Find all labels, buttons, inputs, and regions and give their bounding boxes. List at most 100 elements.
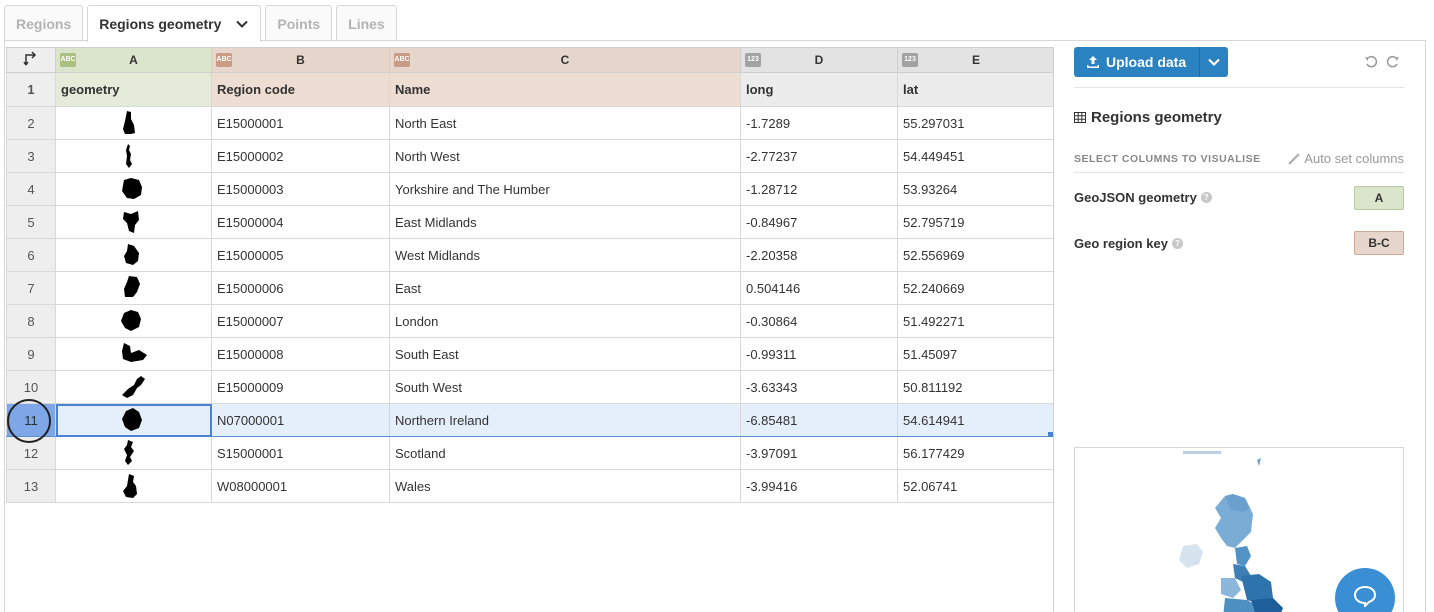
undo-icon[interactable]: [1364, 55, 1378, 69]
column-header-e[interactable]: 123 E: [897, 47, 1053, 73]
name-cell[interactable]: Yorkshire and The Humber: [389, 172, 741, 206]
region-code-cell[interactable]: E15000002: [211, 139, 390, 173]
geometry-cell[interactable]: [55, 403, 212, 437]
tab-regions-geometry[interactable]: Regions geometry: [87, 5, 262, 42]
name-cell[interactable]: South West: [389, 370, 741, 404]
long-cell[interactable]: -1.7289: [740, 106, 898, 140]
region-code-cell[interactable]: E15000006: [211, 271, 390, 305]
row-number[interactable]: 8: [6, 304, 56, 338]
lat-cell[interactable]: 52.06741: [897, 469, 1053, 503]
auto-set-columns-button[interactable]: Auto set columns: [1288, 151, 1404, 166]
row-number[interactable]: 10: [6, 370, 56, 404]
row-number[interactable]: 2: [6, 106, 56, 140]
geometry-cell[interactable]: [55, 172, 212, 206]
header-cell[interactable]: Name: [389, 72, 741, 107]
redo-icon[interactable]: [1386, 55, 1400, 69]
table-row[interactable]: 12 S15000001 Scotland -3.97091 56.177429: [6, 436, 1053, 470]
selection-fill-handle[interactable]: [1048, 432, 1053, 437]
table-row[interactable]: 9 E15000008 South East -0.99311 51.45097: [6, 337, 1053, 371]
table-row[interactable]: 4 E15000003 Yorkshire and The Humber -1.287…: [6, 172, 1053, 206]
name-cell[interactable]: South East: [389, 337, 741, 371]
long-cell[interactable]: 0.504146: [740, 271, 898, 305]
long-cell[interactable]: -2.77237: [740, 139, 898, 173]
name-cell[interactable]: Wales: [389, 469, 741, 503]
lat-cell[interactable]: 53.93264: [897, 172, 1053, 206]
name-cell[interactable]: West Midlands: [389, 238, 741, 272]
tab-lines[interactable]: Lines: [336, 5, 397, 41]
row-number[interactable]: 13: [6, 469, 56, 503]
column-header-d[interactable]: 123 D: [740, 47, 898, 73]
geometry-cell[interactable]: [55, 139, 212, 173]
header-cell[interactable]: Region code: [211, 72, 390, 107]
column-header-b[interactable]: ABC B: [211, 47, 390, 73]
table-row[interactable]: 5 E15000004 East Midlands -0.84967 52.795719: [6, 205, 1053, 239]
region-code-cell[interactable]: E15000009: [211, 370, 390, 404]
row-number[interactable]: 11: [6, 403, 56, 437]
lat-cell[interactable]: 52.556969: [897, 238, 1053, 272]
row-number[interactable]: 6: [6, 238, 56, 272]
lat-cell[interactable]: 50.811192: [897, 370, 1053, 404]
name-cell[interactable]: London: [389, 304, 741, 338]
column-header-a[interactable]: ABC A: [55, 47, 212, 73]
long-cell[interactable]: -3.97091: [740, 436, 898, 470]
lat-cell[interactable]: 56.177429: [897, 436, 1053, 470]
row-number[interactable]: 7: [6, 271, 56, 305]
upload-dropdown-button[interactable]: [1199, 47, 1229, 77]
region-code-cell[interactable]: N07000001: [211, 403, 390, 437]
lat-cell[interactable]: 55.297031: [897, 106, 1053, 140]
table-row[interactable]: 3 E15000002 North West -2.77237 54.449451: [6, 139, 1053, 173]
transpose-button[interactable]: [6, 47, 56, 73]
geometry-cell[interactable]: [55, 106, 212, 140]
geometry-cell[interactable]: [55, 304, 212, 338]
upload-data-button[interactable]: Upload data: [1074, 47, 1200, 77]
geometry-cell[interactable]: [55, 238, 212, 272]
name-cell[interactable]: North East: [389, 106, 741, 140]
table-row[interactable]: 7 E15000006 East 0.504146 52.240669: [6, 271, 1053, 305]
geometry-cell[interactable]: [55, 436, 212, 470]
lat-cell[interactable]: 52.240669: [897, 271, 1053, 305]
lat-cell[interactable]: 54.614941: [897, 403, 1053, 437]
long-cell[interactable]: -0.30864: [740, 304, 898, 338]
chevron-down-icon[interactable]: [235, 17, 249, 31]
row-number[interactable]: 1: [6, 72, 56, 107]
table-row[interactable]: 8 E15000007 London -0.30864 51.492271: [6, 304, 1053, 338]
table-row[interactable]: 11 N07000001 Northern Ireland -6.85481 54.61…: [6, 403, 1053, 437]
region-code-cell[interactable]: S15000001: [211, 436, 390, 470]
region-code-cell[interactable]: E15000005: [211, 238, 390, 272]
name-cell[interactable]: Northern Ireland: [389, 403, 741, 437]
geometry-cell[interactable]: [55, 205, 212, 239]
long-cell[interactable]: -1.28712: [740, 172, 898, 206]
header-cell[interactable]: geometry: [55, 72, 212, 107]
name-cell[interactable]: North West: [389, 139, 741, 173]
lat-cell[interactable]: 51.45097: [897, 337, 1053, 371]
table-row[interactable]: 13 W08000001 Wales -3.99416 52.06741: [6, 469, 1053, 503]
long-cell[interactable]: -0.84967: [740, 205, 898, 239]
help-icon[interactable]: ?: [1171, 238, 1183, 249]
column-header-c[interactable]: ABC C: [389, 47, 741, 73]
row-number[interactable]: 12: [6, 436, 56, 470]
region-code-cell[interactable]: W08000001: [211, 469, 390, 503]
geo-region-key-column-chip[interactable]: B-C: [1354, 231, 1404, 255]
long-cell[interactable]: -3.63343: [740, 370, 898, 404]
header-cell[interactable]: long: [740, 72, 898, 107]
name-cell[interactable]: East: [389, 271, 741, 305]
lat-cell[interactable]: 54.449451: [897, 139, 1053, 173]
geometry-cell[interactable]: [55, 469, 212, 503]
table-row[interactable]: 10 E15000009 South West -3.63343 50.811192: [6, 370, 1053, 404]
row-number[interactable]: 4: [6, 172, 56, 206]
row-number[interactable]: 5: [6, 205, 56, 239]
long-cell[interactable]: -6.85481: [740, 403, 898, 437]
row-number[interactable]: 3: [6, 139, 56, 173]
geojson-geometry-column-chip[interactable]: A: [1354, 186, 1404, 210]
name-cell[interactable]: Scotland: [389, 436, 741, 470]
region-code-cell[interactable]: E15000001: [211, 106, 390, 140]
lat-cell[interactable]: 52.795719: [897, 205, 1053, 239]
geometry-cell[interactable]: [55, 271, 212, 305]
tab-regions[interactable]: Regions: [4, 5, 84, 41]
help-icon[interactable]: ?: [1200, 192, 1212, 203]
table-row[interactable]: 2 E15000001 North East -1.7289 55.297031: [6, 106, 1053, 140]
lat-cell[interactable]: 51.492271: [897, 304, 1053, 338]
geometry-cell[interactable]: [55, 370, 212, 404]
name-cell[interactable]: East Midlands: [389, 205, 741, 239]
row-number[interactable]: 9: [6, 337, 56, 371]
